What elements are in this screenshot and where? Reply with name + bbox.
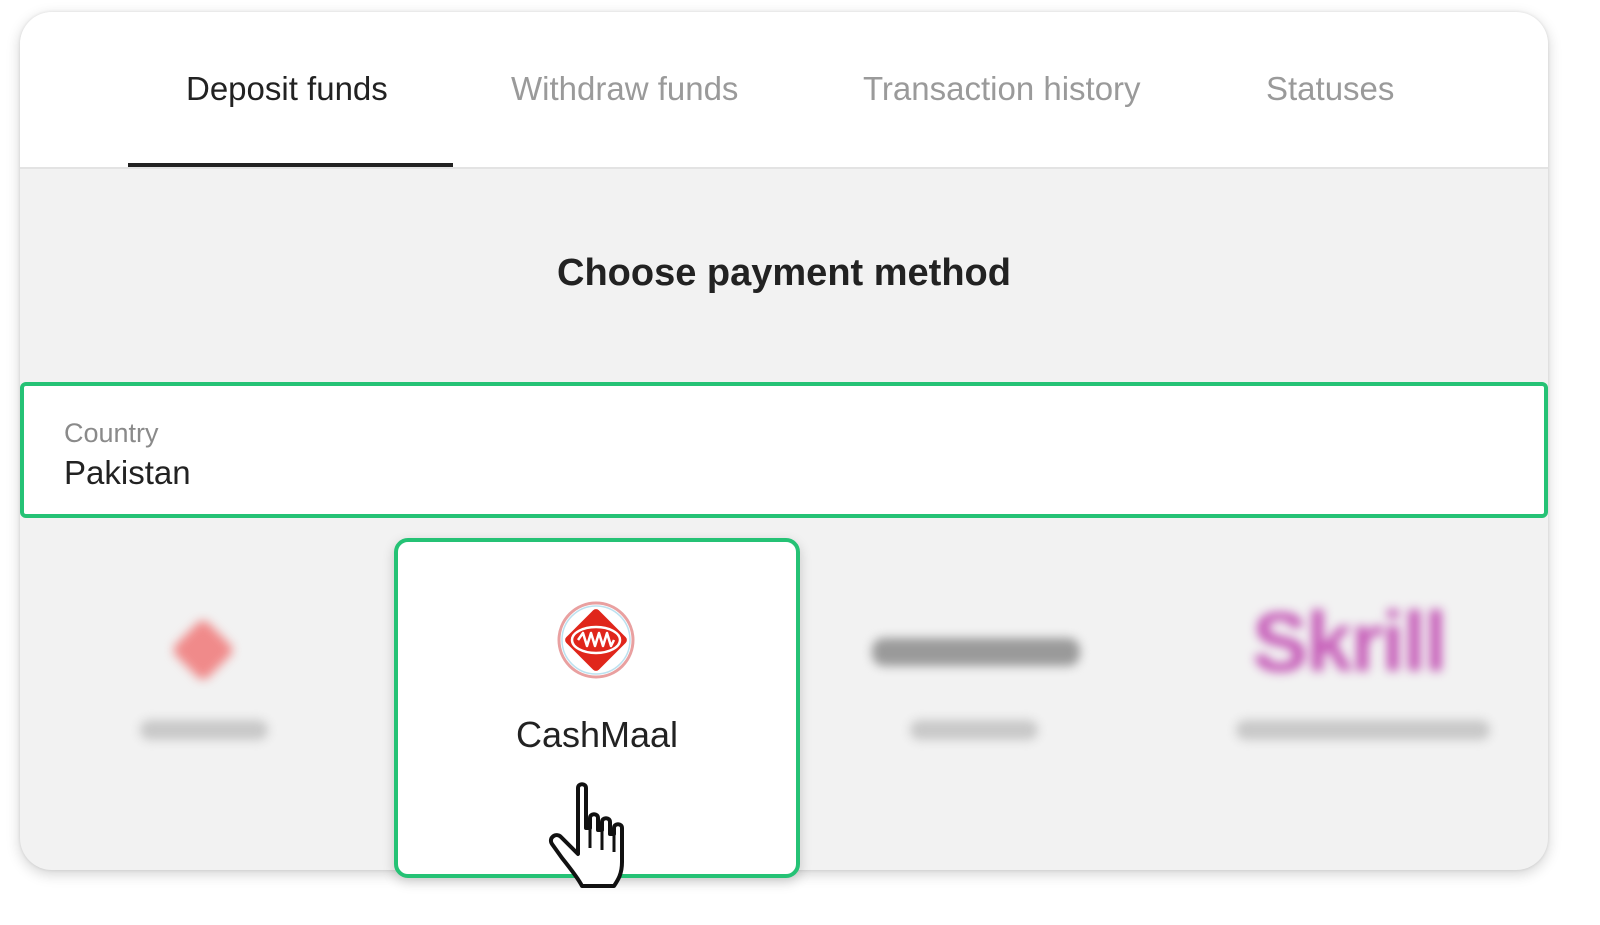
country-label: Country [64, 418, 159, 448]
skrill-logo-icon: Skrill [1252, 595, 1447, 689]
hand-pointer-cursor-icon [549, 782, 624, 888]
method-card-blurred-4[interactable]: Skrill [1200, 532, 1548, 870]
page-title: Choose payment method [557, 252, 1011, 294]
tab-deposit-funds[interactable]: Deposit funds [186, 70, 388, 108]
payment-logo-icon [170, 617, 236, 683]
tab-transaction-history[interactable]: Transaction history [863, 70, 1141, 108]
tab-bar: Deposit funds Withdraw funds Transaction… [20, 12, 1548, 169]
method-card-blurred-1[interactable] [20, 532, 400, 870]
country-select[interactable]: Country Pakistan [20, 382, 1548, 518]
tab-statuses[interactable]: Statuses [1266, 70, 1394, 108]
method-label-placeholder [140, 720, 268, 740]
method-card-blurred-3[interactable] [820, 532, 1200, 870]
tab-withdraw-funds[interactable]: Withdraw funds [511, 70, 738, 108]
method-label-placeholder [910, 720, 1038, 740]
country-value: Pakistan [64, 454, 191, 491]
payment-method-name: CashMaal [515, 714, 679, 755]
cashmaal-logo-icon [557, 601, 635, 679]
method-label-placeholder [1236, 720, 1490, 740]
payment-logo-icon [872, 638, 1080, 666]
active-tab-indicator [128, 163, 453, 167]
